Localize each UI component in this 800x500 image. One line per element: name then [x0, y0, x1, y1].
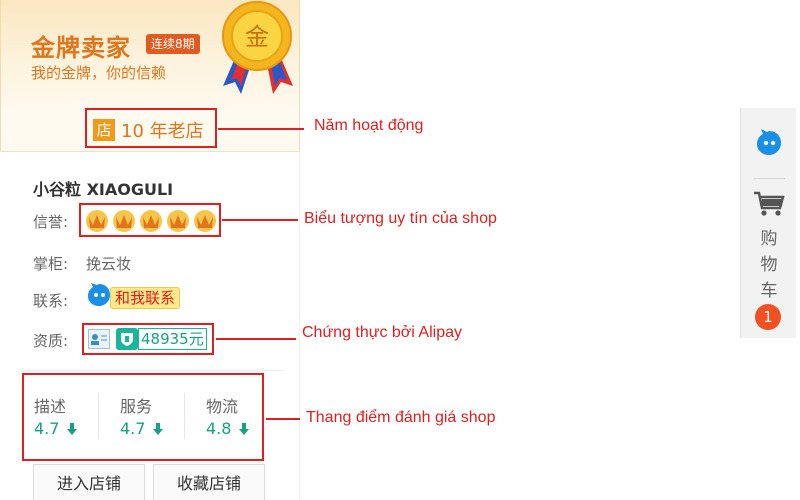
crown-icon — [167, 210, 189, 232]
callout-alipay: Chứng thực bởi Alipay — [302, 324, 462, 341]
enter-shop-button[interactable]: 进入店铺 — [33, 464, 145, 500]
arrow-down-icon — [153, 423, 163, 435]
reputation-label: 信誉: — [33, 213, 69, 231]
callout-line-scores — [266, 418, 300, 420]
owner-label: 掌柜: — [33, 255, 69, 273]
right-toolbar: 购 物 车 1 — [740, 108, 796, 338]
cart-label-char: 车 — [760, 281, 778, 301]
score-value: 4.7 — [34, 419, 60, 438]
cart-label-char: 购 — [760, 229, 778, 249]
qualification-label: 资质: — [33, 332, 69, 350]
callout-years: Năm hoạt động — [314, 117, 424, 134]
shop-age-row: 店 10 年老店 — [0, 108, 300, 152]
gold-seller-slogan: 我的金牌，你的信赖 — [31, 64, 167, 82]
id-card-icon[interactable] — [88, 329, 110, 349]
crown-icon — [113, 210, 135, 232]
contact-me-button[interactable]: 和我联系 — [110, 287, 181, 309]
chat-icon[interactable] — [754, 128, 784, 158]
cart-count-badge: 1 — [755, 304, 781, 330]
arrow-down-icon — [67, 423, 77, 435]
contact-label: 联系: — [33, 292, 69, 310]
cart-label[interactable]: 购 物 车 — [741, 226, 797, 304]
medal-char: 金 — [245, 23, 269, 51]
score-value: 4.7 — [120, 419, 146, 438]
score-value: 4.8 — [206, 419, 232, 438]
shop-name[interactable]: 小谷粒 XIAOGULI — [33, 176, 173, 200]
cart-label-char: 物 — [760, 255, 778, 275]
callout-reputation: Biểu tượng uy tín của shop — [304, 210, 497, 227]
reputation-crowns[interactable] — [85, 209, 217, 233]
deposit-amount: 48935元 — [138, 328, 207, 350]
store-icon: 店 — [93, 119, 115, 141]
reputation-highlight — [79, 203, 221, 237]
gold-medal-icon: 金 — [222, 1, 293, 94]
qualification-highlight: 48935元 — [82, 323, 214, 355]
section-divider — [22, 370, 284, 371]
callout-line-years — [218, 128, 304, 130]
shop-scores: 描述 4.7 服务 4.7 物流 4.8 — [22, 373, 264, 461]
score-label: 描述 — [34, 397, 67, 416]
favorite-shop-button[interactable]: 收藏店铺 — [153, 464, 265, 500]
alipay-deposit-icon[interactable] — [116, 328, 138, 350]
gold-seller-banner: 金牌卖家 连续8期 我的金牌，你的信赖 金 — [0, 0, 300, 108]
toolbar-separator — [753, 178, 785, 179]
score-label: 服务 — [120, 397, 153, 416]
crown-icon — [86, 210, 108, 232]
score-logistics: 物流 4.8 — [196, 393, 276, 447]
callout-line-alipay — [216, 338, 296, 340]
aliwangwang-icon[interactable] — [86, 282, 112, 308]
crown-icon — [140, 210, 162, 232]
score-separator — [184, 393, 185, 439]
crown-icon — [194, 210, 216, 232]
callout-scores: Thang điểm đánh giá shop — [306, 409, 496, 426]
gold-seller-title: 金牌卖家 — [31, 34, 131, 62]
streak-badge: 连续8期 — [146, 34, 200, 54]
shop-age-highlight: 店 10 年老店 — [85, 108, 217, 148]
score-label: 物流 — [206, 397, 239, 416]
callout-line-reputation — [222, 219, 298, 221]
owner-value: 挽云妆 — [86, 255, 132, 273]
shop-age-text: 10 年老店 — [121, 121, 204, 142]
score-service: 服务 4.7 — [110, 393, 190, 447]
shopping-cart-icon[interactable] — [753, 190, 785, 218]
score-description: 描述 4.7 — [24, 393, 104, 447]
shop-info-card: 金牌卖家 连续8期 我的金牌，你的信赖 金 店 10 年老店 小谷粒 XIAOG… — [0, 0, 300, 500]
arrow-down-icon — [239, 423, 249, 435]
score-separator — [98, 393, 99, 439]
